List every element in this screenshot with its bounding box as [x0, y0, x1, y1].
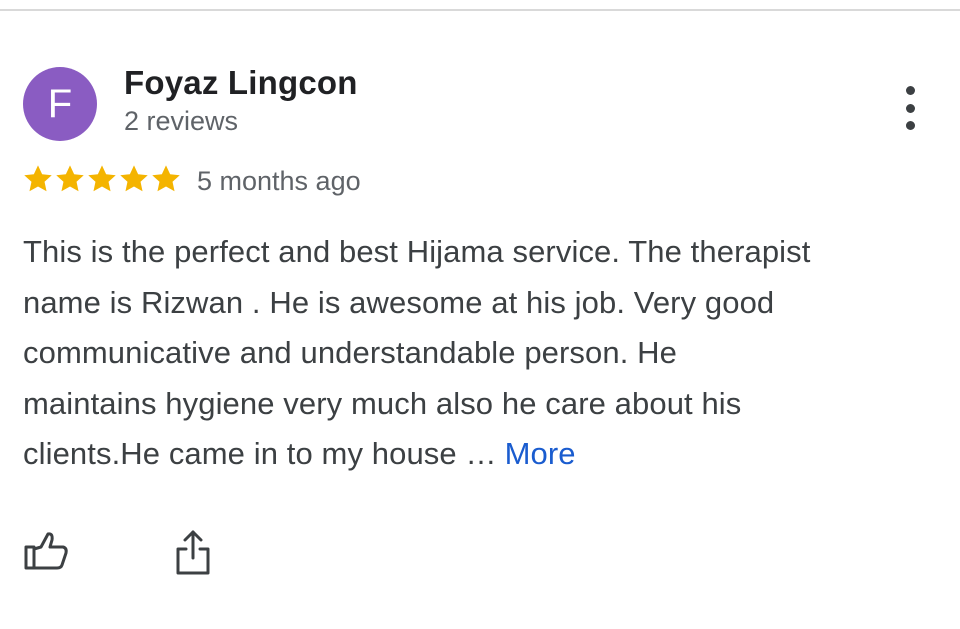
more-link[interactable]: More	[505, 436, 576, 471]
thumbs-up-icon[interactable]	[23, 530, 69, 572]
review-line-3: communicative and understandable person.…	[23, 335, 677, 370]
review-line-2: name is Rizwan . He is awesome at his jo…	[23, 284, 775, 320]
review-text: This is the perfect and best Hijama serv…	[23, 227, 948, 480]
review-time: 5 months ago	[197, 166, 361, 196]
avatar[interactable]: F	[23, 67, 97, 141]
review-line-1: This is the perfect and best Hijama serv…	[23, 234, 811, 269]
top-divider	[0, 0, 960, 11]
reviewer-name[interactable]: Foyaz Lingcon	[124, 64, 358, 102]
star-icon	[24, 165, 52, 192]
review-count: 2 reviews	[124, 106, 239, 136]
star-icon	[120, 165, 148, 192]
menu-dot	[905, 86, 915, 95]
star-icon	[88, 165, 116, 192]
star-icon	[56, 165, 84, 192]
review-line-4: maintains hygiene very much also he care…	[23, 385, 742, 421]
star-rating	[22, 163, 182, 195]
review-line-5: clients.He came in to my house …	[23, 436, 497, 471]
menu-dot	[905, 121, 915, 130]
share-icon[interactable]	[173, 528, 213, 576]
star-icon	[152, 165, 180, 192]
more-vert-icon[interactable]	[894, 86, 926, 130]
menu-dot	[905, 103, 915, 113]
